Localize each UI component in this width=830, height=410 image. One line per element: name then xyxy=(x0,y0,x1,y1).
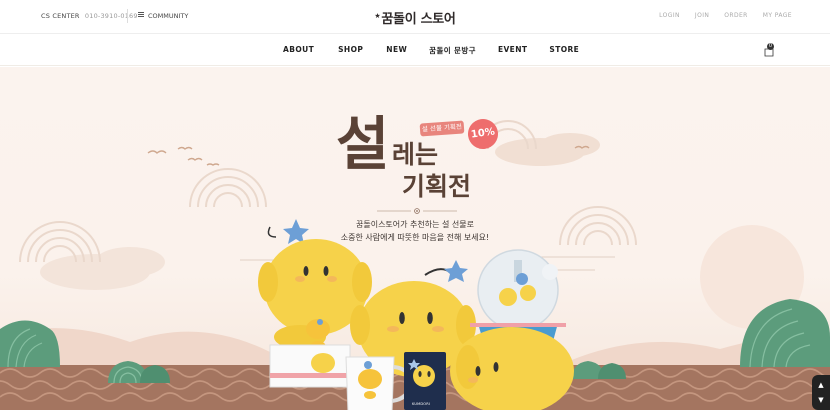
my-page-link[interactable]: MY PAGE xyxy=(763,12,792,19)
nav-item-about[interactable]: ABOUT xyxy=(283,45,314,56)
wave-arcs-mid-left xyxy=(189,168,267,208)
main-nav: ABOUT SHOP NEW 꿈돌이 문방구 EVENT STORE 0 xyxy=(0,34,830,66)
hero-subtitle-line1: 꿈돌이스토어가 추천하는 설 선물로 xyxy=(355,220,475,229)
hero-subtitle-line2: 소중한 사람에게 따뜻한 마음을 전해 보세요! xyxy=(340,233,490,242)
nav-item-stationery[interactable]: 꿈돌이 문방구 xyxy=(429,45,476,56)
cart-button[interactable]: 0 xyxy=(763,42,775,57)
join-link[interactable]: JOIN xyxy=(695,12,709,19)
scroll-buttons: ▲ ▼ xyxy=(812,375,830,410)
hero-banner[interactable]: 설 선물 기획전 10% 설 레는 기획전 꿈돌이스토어가 추천하는 설 선물로… xyxy=(0,67,830,410)
nav-menu: ABOUT SHOP NEW 꿈돌이 문방구 EVENT STORE xyxy=(283,45,579,56)
cart-count-badge: 0 xyxy=(767,43,774,50)
ornament-divider xyxy=(377,208,457,214)
pouch-label: KUMDORI xyxy=(412,402,431,406)
cloud-right xyxy=(495,133,600,166)
star-icon: ★ xyxy=(374,12,381,20)
hero-title-line1: 레는 xyxy=(392,140,439,169)
nav-item-shop[interactable]: SHOP xyxy=(338,45,363,56)
order-link[interactable]: ORDER xyxy=(724,12,747,19)
top-utility-bar: CS CENTER 010-3910-0169 COMMUNITY ★꿈돌이 스… xyxy=(0,0,830,34)
hero-title-big: 설 xyxy=(336,110,390,178)
login-link[interactable]: LOGIN xyxy=(659,12,680,19)
product-box xyxy=(269,344,351,388)
nav-item-store[interactable]: STORE xyxy=(549,45,579,56)
chevron-down-icon[interactable]: ▼ xyxy=(815,394,827,406)
nav-item-event[interactable]: EVENT xyxy=(498,45,527,56)
hero-title-line2: 기획전 xyxy=(402,172,472,201)
nav-item-new[interactable]: NEW xyxy=(386,45,407,56)
chevron-up-icon[interactable]: ▲ xyxy=(815,379,827,391)
logo-text: 꿈돌이 스토어 xyxy=(381,12,456,27)
cloud-left xyxy=(40,247,165,290)
account-links: LOGIN JOIN ORDER MY PAGE xyxy=(659,12,792,19)
